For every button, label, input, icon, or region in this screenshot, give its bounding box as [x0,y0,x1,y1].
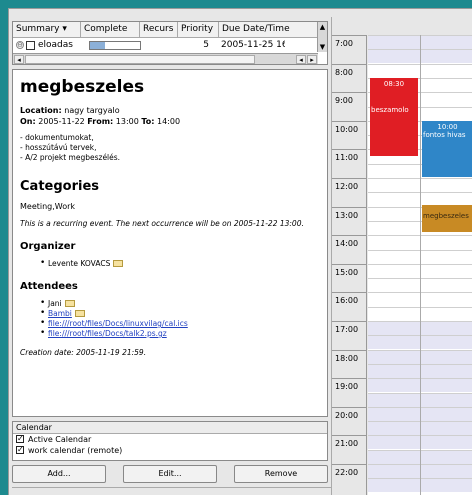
scroll-down-icon[interactable]: ▼ [318,42,327,52]
hour-label: 19:00 [332,378,367,406]
scroll-up-icon[interactable]: ▲ [318,22,327,32]
mail-icon[interactable] [113,260,124,267]
hour-label: 17:00 [332,321,367,349]
attendees-heading: Attendees [20,281,78,292]
edit-button[interactable]: Edit... [123,465,217,483]
column-due-date[interactable]: Due Date/Time [219,22,318,38]
hour-label: 20:00 [332,406,367,435]
scroll-thumb[interactable] [25,55,255,64]
remove-button[interactable]: Remove [234,465,328,483]
organizer-item: Levente KOVACS [40,258,320,269]
hour-label: 22:00 [332,464,367,492]
hour-label: 11:00 [332,149,367,177]
scroll-left-icon[interactable]: ◂ [296,55,306,64]
calendar-list-header: Calendar [13,422,327,434]
scroll-left-icon[interactable]: ◂ [14,55,24,64]
organizer-heading: Organizer [20,241,76,252]
attendee-item: Bambi [40,308,320,319]
scroll-right-icon[interactable]: ▸ [307,55,317,64]
hour-label: 8:00 [332,63,367,92]
hour-label: 9:00 [332,92,367,120]
todo-priority: 5 [203,40,209,50]
add-button[interactable]: Add... [12,465,106,483]
checkbox-checked-icon[interactable] [16,433,24,444]
left-pane: Summary ▾ Complete Recurs Priority Due D… [9,17,337,495]
hour-label: 18:00 [332,349,367,378]
calendar-list: Calendar Active Calendar work calendar (… [12,421,328,461]
event-title: megbeszeles [20,77,145,97]
day-separator [420,35,421,495]
todo-summary: eloadas [38,40,73,50]
hour-label: 21:00 [332,435,367,463]
calendar-item[interactable]: work calendar (remote) [13,444,327,456]
hour-label: 14:00 [332,235,367,263]
sort-down-icon: ▾ [62,24,67,34]
todo-checkbox[interactable] [26,41,35,50]
organizer-list: Levente KOVACS [40,258,320,269]
collapse-icon[interactable]: ⊖ [16,41,24,49]
hour-label: 13:00 [332,206,367,235]
todo-horizontal-scrollbar[interactable]: ◂ ◂ ▸ [13,53,318,64]
todo-due: 2005-11-25 16:0 [221,40,285,50]
agenda-event[interactable]: megbeszeles [422,205,472,232]
column-complete[interactable]: Complete [81,22,140,38]
todo-list[interactable]: Summary ▾ Complete Recurs Priority Due D… [12,21,328,65]
event-location: Location: nagy targyalo [20,106,120,115]
mail-icon[interactable] [74,310,85,317]
event-viewer: megbeszeles Location: nagy targyalo On: … [12,69,328,417]
agenda-view: 7:00 8:00 9:00 10:00 11:00 12:00 13:00 14:00 15:… [331,17,472,495]
column-recurs[interactable]: Recurs [140,22,178,38]
checkbox-checked-icon[interactable] [16,444,24,455]
agenda-schedule[interactable]: 7:00 8:00 9:00 10:00 11:00 12:00 13:00 14:00 15:… [332,35,472,495]
todo-recurs [141,39,181,52]
status-bar [12,487,337,495]
categories-heading: Categories [20,179,100,194]
todo-progress-bar [89,41,141,50]
hour-label: 16:00 [332,292,367,320]
agenda-event[interactable]: 08:30 beszamolo [370,78,418,156]
event-description: - dokumentumokat, - hosszútávú tervek, -… [20,133,121,162]
recurrence-note: This is a recurring event. The next occu… [20,219,304,228]
todo-vertical-scrollbar[interactable]: ▲ ▼ [317,22,327,52]
calendar-item[interactable]: Active Calendar [13,433,327,445]
categories-value: Meeting,Work [20,202,76,211]
progress-fill [90,42,105,49]
attendees-list: Jani Bambi file:///root/files/Docs/linux… [40,298,320,339]
hour-label: 15:00 [332,263,367,292]
time-column: 7:00 8:00 9:00 10:00 11:00 12:00 13:00 14:00 15:… [332,35,367,495]
creation-date: Creation date: 2005-11-19 21:59. [20,348,147,357]
todo-header: Summary ▾ Complete Recurs Priority Due D… [13,22,318,38]
column-summary[interactable]: Summary ▾ [13,22,81,38]
agenda-grid[interactable]: 08:30 beszamolo 10:00 fontos hivas megbe… [368,35,472,495]
attendee-item: Jani [40,298,320,309]
agenda-event[interactable]: 10:00 fontos hivas [422,121,472,177]
mail-icon[interactable] [64,300,75,307]
column-priority[interactable]: Priority [178,22,219,38]
event-datetime: On: 2005-11-22 From: 13:00 To: 14:00 [20,117,181,126]
hour-label: 12:00 [332,178,367,206]
attachment-link[interactable]: file:///root/files/Docs/linuxvilag/cal.i… [40,318,320,329]
todo-row[interactable]: ⊖ eloadas 5 2005-11-25 16:0 [13,39,318,52]
hour-label: 10:00 [332,120,367,149]
calendar-buttons: Add... Edit... Remove [12,465,328,485]
hour-label: 7:00 [332,35,367,63]
attachment-link[interactable]: file:///root/files/Docs/talk2.ps.gz [40,328,320,339]
